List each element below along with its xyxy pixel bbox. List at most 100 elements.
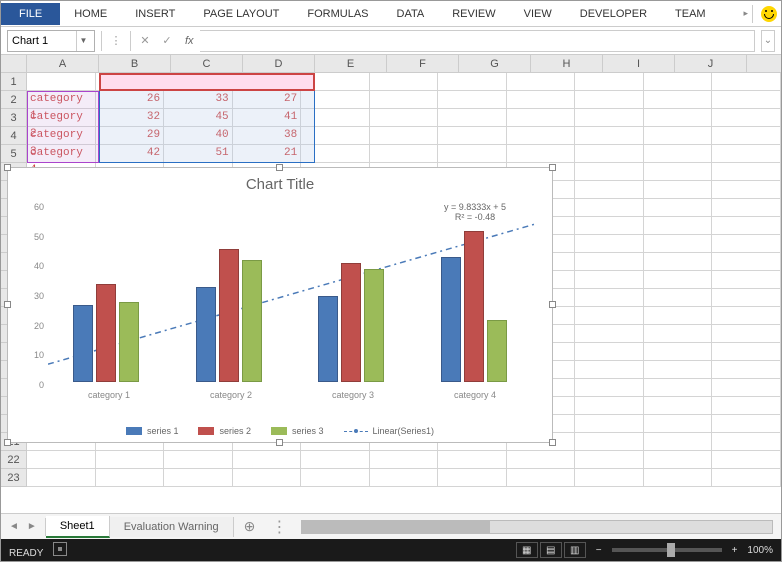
cell[interactable] (575, 145, 644, 163)
cell[interactable] (575, 217, 644, 235)
cell[interactable] (96, 469, 165, 487)
cell[interactable] (438, 91, 507, 109)
cell[interactable] (644, 361, 713, 379)
page-layout-view-icon[interactable]: ▤ (540, 542, 562, 558)
cell[interactable] (644, 433, 713, 451)
cell[interactable] (575, 253, 644, 271)
cell[interactable] (301, 91, 370, 109)
cell[interactable] (575, 343, 644, 361)
col-header[interactable]: C (171, 55, 243, 72)
cell[interactable]: 33 (164, 91, 233, 109)
cell[interactable] (712, 415, 781, 433)
cell[interactable] (712, 145, 781, 163)
cell[interactable] (370, 109, 439, 127)
cell[interactable] (575, 181, 644, 199)
cell[interactable] (644, 199, 713, 217)
cell[interactable] (644, 127, 713, 145)
tab-home[interactable]: HOME (60, 3, 121, 25)
cell[interactable] (644, 109, 713, 127)
col-header[interactable]: D (243, 55, 315, 72)
cell[interactable] (575, 433, 644, 451)
cell[interactable] (301, 451, 370, 469)
cell[interactable] (712, 325, 781, 343)
cell[interactable] (575, 73, 644, 91)
cell[interactable] (507, 145, 576, 163)
col-header[interactable]: F (387, 55, 459, 72)
cell[interactable] (644, 91, 713, 109)
cell[interactable] (507, 73, 576, 91)
cell[interactable] (712, 397, 781, 415)
cell[interactable] (644, 325, 713, 343)
cancel-icon[interactable]: ✕ (137, 34, 153, 47)
select-all-corner[interactable] (1, 55, 27, 73)
cell[interactable] (438, 73, 507, 91)
cell[interactable] (644, 253, 713, 271)
formula-bar-expand-icon[interactable]: ⌄ (761, 30, 775, 52)
cell[interactable] (575, 379, 644, 397)
cell[interactable] (575, 397, 644, 415)
cell[interactable]: 27 (233, 91, 302, 109)
cell[interactable] (575, 307, 644, 325)
cell[interactable] (233, 451, 302, 469)
cell[interactable] (644, 379, 713, 397)
cell[interactable] (575, 199, 644, 217)
cell[interactable] (301, 73, 370, 91)
cell[interactable] (507, 127, 576, 145)
cell[interactable]: category 3 (27, 127, 96, 145)
bar[interactable] (364, 269, 384, 382)
row-header[interactable]: 1 (1, 73, 26, 91)
cell[interactable] (164, 451, 233, 469)
tab-file[interactable]: FILE (1, 3, 60, 25)
bar[interactable] (219, 249, 239, 383)
resize-handle[interactable] (549, 301, 556, 308)
cell[interactable] (712, 307, 781, 325)
cell[interactable] (438, 127, 507, 145)
ribbon-arrow-icon[interactable]: ▸ (743, 8, 748, 19)
legend-item[interactable]: series 1 (126, 426, 179, 436)
cell[interactable]: series 2 (164, 73, 233, 91)
page-break-view-icon[interactable]: ▥ (564, 542, 586, 558)
resize-handle[interactable] (276, 164, 283, 171)
cell[interactable] (712, 91, 781, 109)
cell[interactable] (712, 199, 781, 217)
cell[interactable] (507, 109, 576, 127)
bar[interactable] (441, 257, 461, 382)
horizontal-scrollbar[interactable] (301, 520, 773, 534)
cell[interactable]: 40 (164, 127, 233, 145)
resize-handle[interactable] (549, 164, 556, 171)
cell[interactable] (27, 73, 96, 91)
cell[interactable] (575, 91, 644, 109)
bar[interactable] (119, 302, 139, 382)
tab-developer[interactable]: DEVELOPER (566, 3, 661, 25)
legend-item[interactable]: series 3 (271, 426, 324, 436)
cell[interactable] (644, 451, 713, 469)
cell[interactable] (712, 379, 781, 397)
zoom-slider[interactable] (612, 548, 722, 552)
cell[interactable]: category 1 (27, 91, 96, 109)
row-header[interactable]: 3 (1, 109, 26, 127)
cell[interactable] (301, 127, 370, 145)
row-header[interactable]: 23 (1, 469, 26, 487)
resize-handle[interactable] (4, 164, 11, 171)
col-header[interactable]: A (27, 55, 99, 72)
col-header[interactable]: I (603, 55, 675, 72)
col-header[interactable]: J (675, 55, 747, 72)
row-header[interactable]: 4 (1, 127, 26, 145)
col-header[interactable]: B (99, 55, 171, 72)
cell[interactable]: series 1 (96, 73, 165, 91)
cell[interactable]: 26 (96, 91, 165, 109)
cell[interactable] (575, 415, 644, 433)
col-header[interactable]: G (459, 55, 531, 72)
cell[interactable] (644, 415, 713, 433)
cell[interactable] (370, 127, 439, 145)
bar[interactable] (318, 296, 338, 382)
cell[interactable] (575, 451, 644, 469)
cell[interactable]: 51 (164, 145, 233, 163)
cell[interactable]: category 2 (27, 109, 96, 127)
bar[interactable] (196, 287, 216, 382)
cell[interactable] (712, 235, 781, 253)
tab-nav-arrows[interactable]: ◄► (1, 521, 45, 532)
cell[interactable] (438, 451, 507, 469)
cell[interactable] (712, 73, 781, 91)
col-header[interactable]: H (531, 55, 603, 72)
